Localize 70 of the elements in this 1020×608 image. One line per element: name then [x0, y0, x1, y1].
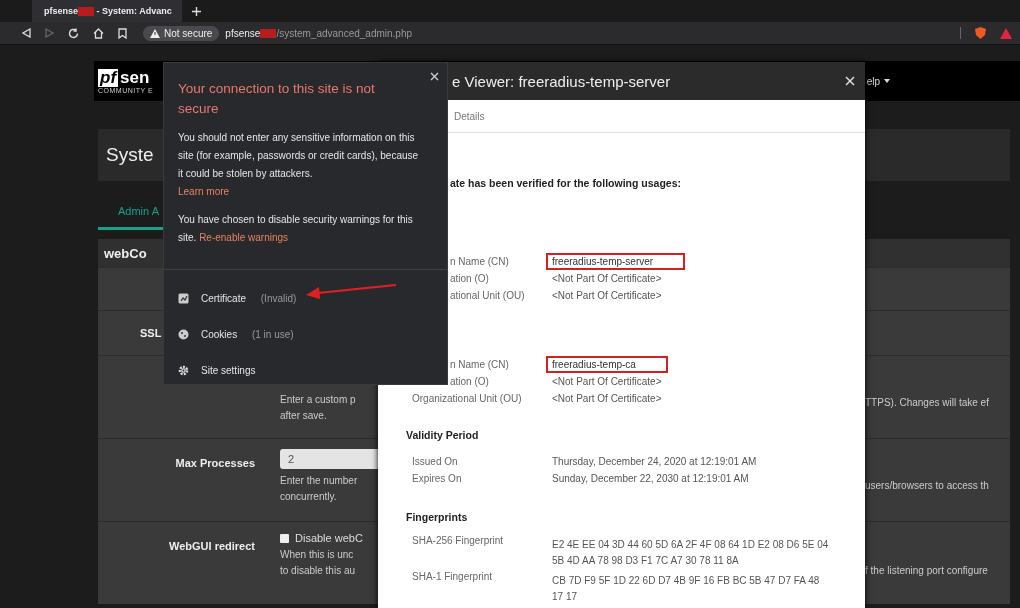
checkbox[interactable]	[280, 533, 289, 543]
dialog-title: e Viewer: freeradius-temp-server	[452, 72, 671, 90]
bookmark-icon[interactable]	[118, 27, 127, 39]
fingerprint-value: E2 4E EE 04 3D 44 60 5D 6A 2F 4F 08 64 1D E2 08 D6 5E 04 5B 4D AA 78 98 D3 F1 7C A7 30 78 11 8A	[551, 538, 830, 568]
page-title: Syste	[106, 144, 154, 166]
help-text: users/browsers to access th	[865, 480, 989, 491]
help-text: Enter the number	[280, 474, 359, 488]
section-title: Fingerprints	[406, 511, 469, 523]
warning-text: You should not enter any sensitive information on this site (for example, passwords or credit cards), because it could be stolen by attackers. Learn more	[178, 131, 420, 199]
new-tab-icon[interactable]	[192, 6, 201, 16]
close-icon[interactable]	[430, 72, 439, 81]
caret-icon	[884, 79, 890, 83]
warning-icon	[150, 28, 160, 38]
menu-item[interactable]: Site settings	[178, 352, 433, 388]
field-value: freeradius-temp-ca	[546, 356, 668, 373]
menu-item[interactable]: Certificate (Invalid)	[178, 280, 433, 316]
field-value: <Not Part Of Certificate>	[551, 289, 663, 303]
section-title: Validity Period	[406, 429, 480, 441]
help-text: Enter a custom p	[280, 393, 357, 407]
fingerprint-value: CB 7D F9 5F 1D 22 6D D7 4B 9F 16 FB BC 5B 47 D7 FA 48 17 17	[551, 574, 821, 604]
field-value: <Not Part Of Certificate>	[551, 272, 663, 286]
link[interactable]: Re-enable warnings	[199, 232, 289, 243]
cookie-icon	[178, 328, 189, 340]
field-label: ation (O)	[450, 273, 490, 284]
tab-title: pfsense - System: Advanc	[44, 5, 172, 17]
checkbox-label: Disable webC	[295, 532, 363, 544]
link[interactable]: Learn more	[178, 186, 230, 197]
field-value: freeradius-temp-server	[546, 253, 686, 270]
menu-item[interactable]: Cookies (1 in use)	[178, 316, 433, 352]
forward-icon[interactable]	[45, 28, 54, 38]
usage-text: ate has been verified for the following usages:	[449, 177, 683, 189]
details-tab[interactable]: Details	[454, 110, 485, 122]
panel-title: webCo	[104, 245, 147, 261]
field-label: SHA-1 Fingerprint	[412, 571, 494, 582]
url-field[interactable]: pfsense /system_advanced_admin.php	[225, 27, 946, 39]
field-label: n Name (CN)	[450, 256, 510, 267]
field-label: SSL	[139, 327, 162, 339]
help-text: to disable this au	[280, 564, 357, 578]
help-text: f the listening port configure	[865, 565, 988, 576]
field-label: Organizational Unit (OU)	[412, 393, 523, 404]
field-label: n Name (CN)	[450, 359, 510, 370]
field-value: <Not Part Of Certificate>	[551, 375, 663, 389]
help-menu[interactable]: elp	[866, 75, 890, 87]
home-icon[interactable]	[93, 27, 104, 39]
triangle-icon[interactable]	[1000, 27, 1012, 39]
security-chip[interactable]: Not secure	[143, 25, 220, 41]
number-field[interactable]: 2	[280, 449, 378, 469]
field-label: Expires On	[412, 473, 463, 484]
help-text: When this is unc	[280, 548, 355, 562]
field-label: SHA-256 Fingerprint	[412, 535, 505, 546]
certificate-icon	[178, 292, 189, 304]
reload-icon[interactable]	[68, 27, 79, 39]
warning-text: You have chosen to disable security warnings for this site. Re-enable warnings	[178, 213, 414, 245]
shield-icon[interactable]	[975, 27, 986, 39]
field-value: Sunday, December 22, 2030 at 12:19:01 AM	[551, 472, 750, 486]
field-value: Thursday, December 24, 2020 at 12:19:01 AM	[551, 455, 758, 469]
settings-icon	[178, 364, 189, 376]
back-icon[interactable]	[22, 28, 31, 38]
help-text: TTPS). Changes will take ef	[865, 397, 989, 408]
help-text: concurrently.	[280, 490, 338, 504]
field-label: Issued On	[412, 456, 459, 467]
field-label: WebGUI redirect	[169, 540, 255, 552]
field-label: Max Processes	[175, 457, 255, 469]
popup-title: Your connection to this site is not secure	[178, 80, 376, 118]
browser-tab[interactable]: pfsense - System: Advanc	[32, 0, 182, 22]
field-label: ation (O)	[450, 376, 490, 387]
help-text: after save.	[280, 409, 328, 423]
close-icon[interactable]	[845, 76, 855, 86]
field-label: ational Unit (OU)	[450, 290, 526, 301]
field-value: <Not Part Of Certificate>	[551, 392, 663, 406]
